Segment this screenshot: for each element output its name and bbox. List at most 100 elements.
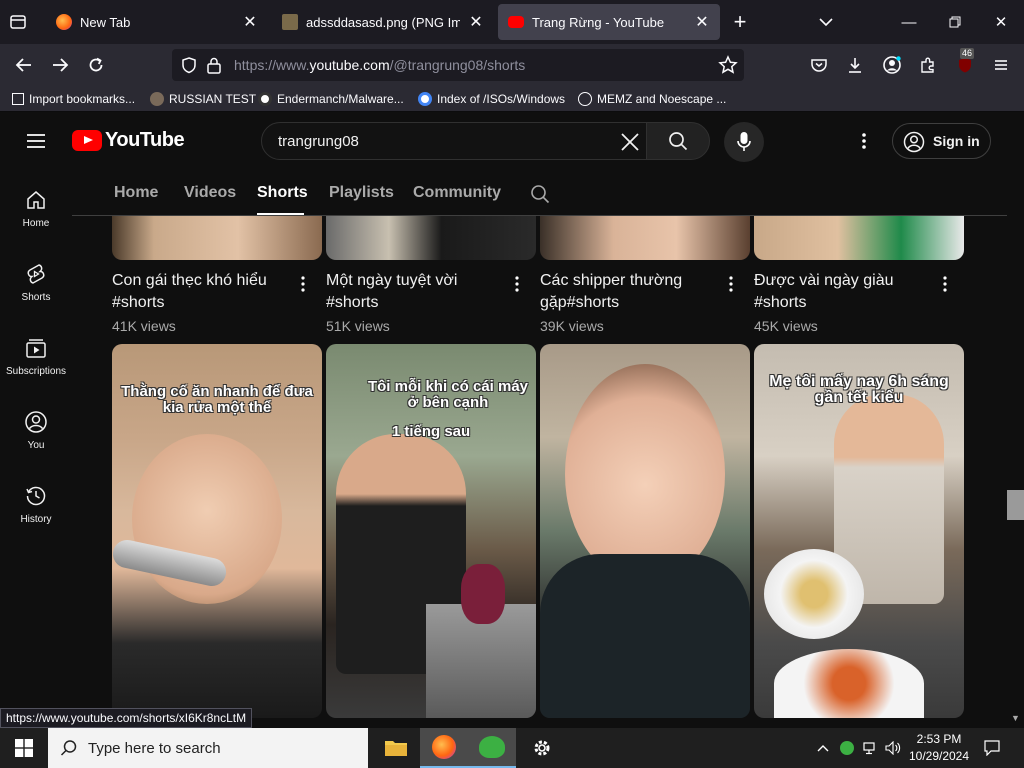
bookmark-memz[interactable]: MEMZ and Noescape ...: [578, 91, 726, 107]
close-window-icon[interactable]: ✕: [978, 0, 1024, 44]
voice-search-button[interactable]: [724, 122, 764, 162]
scroll-down-arrow-icon[interactable]: ▼: [1011, 713, 1020, 723]
you-icon: [25, 411, 47, 433]
scrollbar-thumb[interactable]: [1007, 490, 1024, 520]
thumbnail-plates: [764, 549, 864, 639]
youtube-logo[interactable]: YouTube: [72, 129, 185, 152]
thumbnail-plate-bottom: [774, 649, 924, 718]
bookmark-russian-test[interactable]: RUSSIAN TEST: [150, 91, 256, 107]
short-thumbnail[interactable]: [540, 216, 750, 260]
sign-in-button[interactable]: Sign in: [892, 123, 991, 159]
more-actions-icon[interactable]: [297, 276, 309, 297]
short-caption: Thằng cố ăn nhanh để đưa kia rửa một thể: [121, 383, 313, 416]
short-thumbnail[interactable]: Mẹ tôi mấy nay 6h sáng gần tết kiểu: [754, 344, 964, 718]
taskbar-clock[interactable]: 2:53 PM 10/29/2024: [904, 731, 974, 765]
more-actions-icon[interactable]: [725, 276, 737, 297]
taskbar-settings[interactable]: [518, 728, 566, 768]
tab-playlists[interactable]: Playlists: [329, 184, 394, 202]
taskbar-file-explorer[interactable]: [372, 728, 420, 768]
show-hidden-icons-icon[interactable]: [812, 728, 834, 768]
sidebar-item-subscriptions[interactable]: Subscriptions: [0, 336, 72, 402]
sidebar-item-home[interactable]: Home: [0, 188, 72, 254]
windows-taskbar: Type here to search 2:53 PM 10/29/2024: [0, 728, 1024, 768]
tab-community[interactable]: Community: [413, 184, 501, 202]
firefox-icon: [56, 14, 72, 30]
search-input[interactable]: trangrung08: [261, 122, 647, 160]
account-icon[interactable]: [877, 50, 907, 80]
extensions-icon[interactable]: [913, 50, 943, 80]
clear-search-icon[interactable]: [620, 132, 640, 157]
short-thumbnail[interactable]: [112, 216, 322, 260]
bookmark-index-isos[interactable]: Index of /ISOs/Windows: [418, 91, 565, 107]
bookmark-star-icon[interactable]: [718, 55, 738, 80]
short-title[interactable]: Con gái thẹc khó hiểu #shorts: [112, 270, 292, 314]
tab-png-image[interactable]: adssddasasd.png (PNG Image, 4 ✕: [272, 4, 494, 40]
list-all-tabs-icon[interactable]: [816, 12, 836, 32]
tab-new-tab[interactable]: New Tab ✕: [46, 4, 268, 40]
tab-home[interactable]: Home: [114, 184, 158, 202]
close-tab-icon[interactable]: ✕: [468, 12, 484, 32]
youtube-favicon-icon: [508, 16, 524, 28]
close-tab-icon[interactable]: ✕: [242, 12, 258, 32]
short-thumbnail[interactable]: Tôi mỗi khi có cái máy ở bên cạnh 1 tiến…: [326, 344, 536, 718]
address-bar[interactable]: https://www.youtube.com/@trangrung08/sho…: [172, 49, 744, 81]
restore-icon[interactable]: [932, 0, 978, 44]
start-button[interactable]: [0, 728, 48, 768]
short-views: 39K views: [540, 318, 604, 334]
search-input-value: trangrung08: [278, 133, 359, 150]
forward-arrow-icon[interactable]: [45, 50, 75, 80]
taskbar-frog-app[interactable]: [468, 728, 516, 768]
short-thumbnail[interactable]: [540, 344, 750, 718]
bookmark-import[interactable]: Import bookmarks...: [12, 91, 135, 107]
more-actions-icon[interactable]: [939, 276, 951, 297]
taskbar-firefox[interactable]: [420, 728, 468, 768]
tab-overview-icon[interactable]: [8, 12, 28, 32]
sidebar-item-shorts[interactable]: Shorts: [0, 262, 72, 328]
tab-shorts[interactable]: Shorts: [257, 184, 308, 202]
back-arrow-icon[interactable]: [9, 50, 39, 80]
short-thumbnail[interactable]: [754, 216, 964, 260]
network-icon[interactable]: [860, 728, 882, 768]
short-thumbnail[interactable]: Thằng cố ăn nhanh để đưa kia rửa một thể: [112, 344, 322, 718]
app-menu-icon[interactable]: [986, 50, 1016, 80]
new-tab-button[interactable]: +: [728, 10, 752, 34]
notifications-icon[interactable]: [978, 728, 1006, 768]
volume-icon[interactable]: [882, 728, 904, 768]
pocket-icon[interactable]: [804, 50, 834, 80]
bookmark-endermanch[interactable]: Endermanch/Malware...: [258, 91, 404, 107]
sidebar-label: Subscriptions: [5, 366, 67, 377]
tray-frog-icon[interactable]: [836, 728, 858, 768]
tab-youtube[interactable]: Trang Rừng - YouTube ✕: [498, 4, 720, 40]
sidebar-item-you[interactable]: You: [0, 410, 72, 476]
settings-more-icon[interactable]: [856, 131, 872, 151]
guide-menu-icon[interactable]: [26, 132, 46, 150]
page-scrollbar[interactable]: ▼: [1007, 216, 1024, 728]
short-caption: Mẹ tôi mấy nay 6h sáng gần tết kiểu: [769, 373, 949, 406]
minimize-icon[interactable]: —: [886, 0, 932, 44]
download-icon[interactable]: [840, 50, 870, 80]
clock-date: 10/29/2024: [908, 749, 970, 763]
more-actions-icon[interactable]: [511, 276, 523, 297]
reload-icon[interactable]: [81, 50, 111, 80]
tab-label: adssddasasd.png (PNG Image, 4: [306, 14, 460, 30]
short-views: 51K views: [326, 318, 390, 334]
tab-videos[interactable]: Videos: [184, 184, 236, 202]
short-title[interactable]: Các shipper thường gặp#shorts: [540, 270, 720, 314]
frog-icon: [479, 736, 505, 758]
channel-search-icon[interactable]: [530, 184, 550, 209]
search-icon: [668, 131, 688, 156]
ublock-extension-icon[interactable]: 46: [950, 48, 980, 80]
paw-icon: [150, 92, 164, 106]
short-title[interactable]: Được vài ngày giàu #shorts: [754, 270, 934, 314]
active-tab-indicator: [257, 213, 304, 215]
close-tab-icon[interactable]: ✕: [694, 12, 710, 32]
sidebar-item-history[interactable]: History: [0, 484, 72, 550]
short-thumbnail[interactable]: [326, 216, 536, 260]
tracking-shield-icon[interactable]: [180, 56, 198, 79]
lock-icon[interactable]: [206, 56, 222, 79]
youtube-header: YouTube trangrung08 Sign in: [0, 112, 1024, 170]
short-title[interactable]: Một ngày tuyệt vời #shorts: [326, 270, 506, 314]
search-button[interactable]: [646, 122, 710, 160]
taskbar-search-input[interactable]: Type here to search: [48, 728, 368, 768]
sidebar-label: Home: [22, 218, 50, 229]
